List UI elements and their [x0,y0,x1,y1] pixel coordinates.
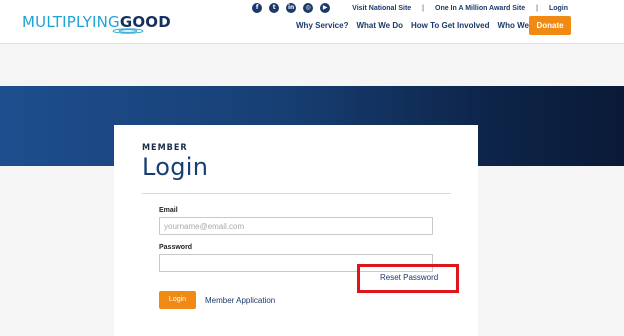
social-icons: f t in ◎ ▶ [252,3,331,13]
top-login-link[interactable]: Login [549,5,568,12]
login-kicker: MEMBER [142,143,188,153]
member-application-link[interactable]: Member Application [205,296,275,305]
facebook-icon[interactable]: f [252,3,263,13]
twitter-icon[interactable]: t [269,3,280,13]
nav-how-to-get-involved[interactable]: How To Get Involved [411,21,490,30]
nav-what-we-do[interactable]: What We Do [356,21,403,30]
logo-waves-icon [112,28,144,34]
nav-why-service[interactable]: Why Service? [296,21,348,30]
site-logo[interactable]: MULTIPLYINGGOOD [22,14,171,40]
visit-national-site-link[interactable]: Visit National Site [352,5,411,12]
utility-bar: f t in ◎ ▶ Visit National Site | One In … [252,3,568,13]
email-label: Email [159,207,178,214]
award-site-link[interactable]: One In A Million Award Site [435,5,525,12]
divider [142,193,451,194]
donate-button[interactable]: Donate [529,16,571,35]
page-title: Login [142,153,209,181]
youtube-icon[interactable]: ▶ [320,3,331,13]
email-field[interactable] [159,217,433,235]
instagram-icon[interactable]: ◎ [303,3,314,13]
separator: | [536,4,538,12]
main-nav: Why Service? What We Do How To Get Invol… [296,21,552,30]
login-button[interactable]: Login [159,291,196,309]
separator: | [422,4,424,12]
site-header: MULTIPLYINGGOOD f t in ◎ ▶ Visit Nationa… [0,0,624,44]
linkedin-icon[interactable]: in [286,3,297,13]
password-label: Password [159,244,193,251]
reset-password-link[interactable]: Reset Password [380,273,438,282]
logo-text-part1: MULTIPLYING [22,13,120,31]
